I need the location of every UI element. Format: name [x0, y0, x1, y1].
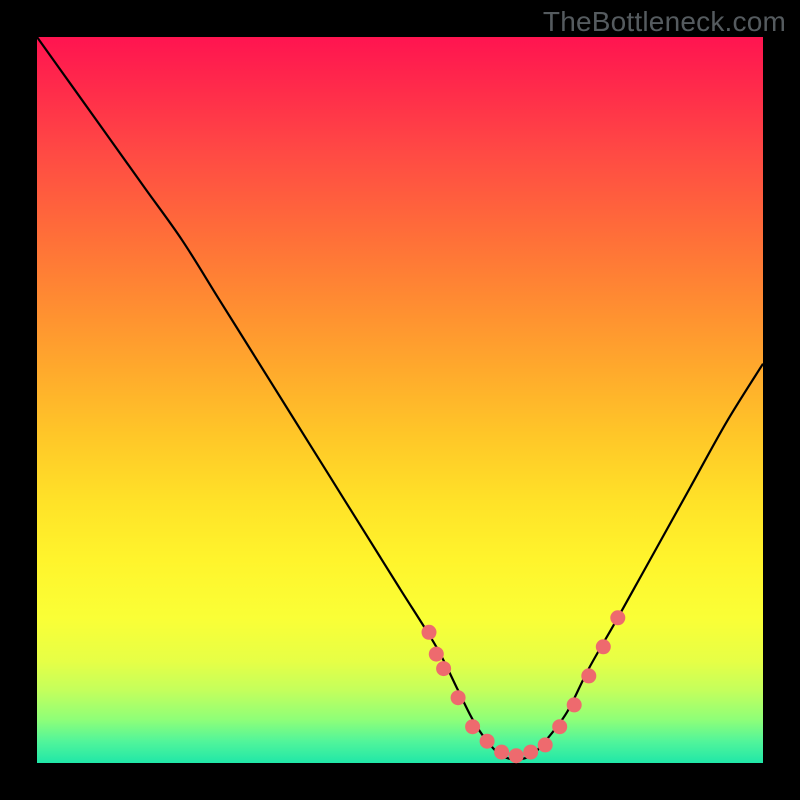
marker-dots: [422, 610, 626, 763]
marker-dot: [422, 625, 437, 640]
marker-dot: [465, 719, 480, 734]
marker-dot: [429, 647, 444, 662]
marker-dot: [581, 668, 596, 683]
marker-dot: [494, 745, 509, 760]
marker-dot: [451, 690, 466, 705]
plot-area: [37, 37, 763, 763]
marker-dot: [610, 610, 625, 625]
watermark-text: TheBottleneck.com: [543, 6, 786, 38]
marker-dot: [436, 661, 451, 676]
marker-dot: [509, 748, 524, 763]
chart-svg: [37, 37, 763, 763]
marker-dot: [567, 697, 582, 712]
marker-dot: [538, 737, 553, 752]
marker-dot: [480, 734, 495, 749]
marker-dot: [552, 719, 567, 734]
marker-dot: [523, 745, 538, 760]
curve-line: [37, 37, 763, 759]
chart-frame: TheBottleneck.com: [0, 0, 800, 800]
marker-dot: [596, 639, 611, 654]
